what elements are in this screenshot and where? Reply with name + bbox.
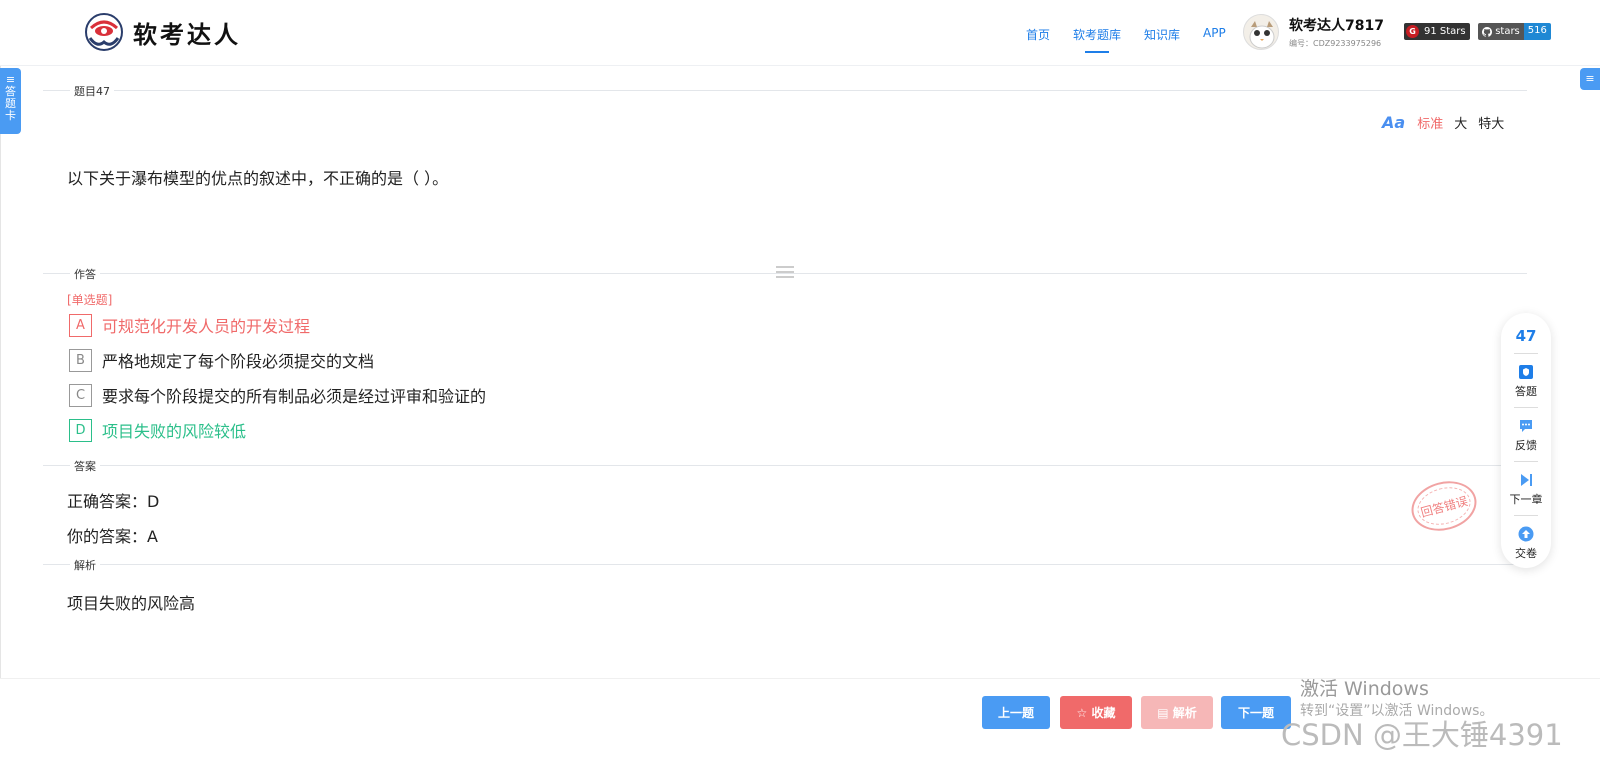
answer-section-label: 作答 <box>70 266 100 282</box>
divider <box>1514 353 1538 354</box>
option-text: 严格地规定了每个阶段必须提交的文档 <box>102 352 375 371</box>
document-icon: ▤ <box>1157 705 1173 720</box>
logo-mark-icon <box>83 12 125 52</box>
option-text: 可规范化开发人员的开发过程 <box>102 317 311 336</box>
shield-icon <box>1519 365 1533 379</box>
option-c[interactable]: C 要求每个阶段提交的所有制品必须是经过评审和验证的 <box>69 383 486 407</box>
user-profile[interactable]: 软考达人7817 编号：CDZ9233975296 <box>1243 14 1384 50</box>
favorite-label: 收藏 <box>1091 706 1116 720</box>
next-chapter-button[interactable]: 下一章 <box>1510 472 1543 507</box>
prev-question-label: 上一题 <box>997 706 1034 720</box>
question-number: 47 <box>1515 327 1537 345</box>
question-type: [单选题] <box>67 293 113 307</box>
site-logo[interactable]: 软考达人 <box>83 12 241 52</box>
option-text: 要求每个阶段提交的所有制品必须是经过评审和验证的 <box>102 387 487 406</box>
top-navbar: 软考达人 首页 软考题库 知识库 APP 软考达人7817 编号：CDZ9233… <box>0 0 1600 66</box>
divider <box>43 564 1527 565</box>
feedback-button[interactable]: 反馈 <box>1515 418 1537 453</box>
floating-tool-panel: 47 答题 反馈 下一章 交卷 <box>1501 313 1551 568</box>
resize-handle-icon[interactable] <box>776 266 794 278</box>
divider <box>1514 407 1538 408</box>
answer-card-tab[interactable]: ≡ 答题卡 <box>0 68 21 134</box>
main-nav: 首页 软考题库 知识库 APP <box>1026 26 1249 53</box>
favorite-button[interactable]: ☆ 收藏 <box>1060 696 1132 729</box>
gitee-stars-badge[interactable]: G 91 Stars <box>1404 23 1470 40</box>
question-text: 以下关于瀑布模型的优点的叙述中，不正确的是（ ）。 <box>67 169 449 188</box>
wrong-answer-stamp: 回答错误 <box>1405 474 1483 538</box>
your-answer: 你的答案：A <box>67 527 158 546</box>
option-a[interactable]: A 可规范化开发人员的开发过程 <box>69 313 310 337</box>
option-key: C <box>69 383 92 407</box>
prev-question-button[interactable]: 上一题 <box>982 696 1050 729</box>
nav-app[interactable]: APP <box>1203 26 1226 43</box>
avatar[interactable] <box>1243 14 1279 50</box>
analysis-section-label: 解析 <box>70 557 100 573</box>
nav-question-bank[interactable]: 软考题库 <box>1073 26 1121 53</box>
nav-home[interactable]: 首页 <box>1026 26 1050 43</box>
analysis-button[interactable]: ▤ 解析 <box>1141 696 1213 729</box>
user-id: 编号：CDZ9233975296 <box>1289 39 1382 48</box>
windows-activation-title: 激活 Windows <box>1300 678 1429 700</box>
submit-button[interactable]: 交卷 <box>1515 526 1537 561</box>
font-size-switcher: Aa 标准 大 特大 <box>1382 113 1515 132</box>
answer-button-label: 答题 <box>1515 385 1537 398</box>
divider <box>43 90 1527 91</box>
font-size-standard[interactable]: 标准 <box>1417 113 1443 132</box>
submit-button-label: 交卷 <box>1515 547 1537 560</box>
feedback-button-label: 反馈 <box>1515 439 1537 452</box>
option-text: 项目失败的风险较低 <box>102 422 247 441</box>
option-key: A <box>69 313 92 337</box>
correct-answer: 正确答案：D <box>67 492 160 511</box>
next-chapter-label: 下一章 <box>1509 493 1543 506</box>
font-size-xlarge[interactable]: 特大 <box>1478 113 1504 132</box>
option-d[interactable]: D 项目失败的风险较低 <box>69 418 246 442</box>
github-icon <box>1482 26 1492 37</box>
option-key: D <box>69 418 92 442</box>
analysis-label: 解析 <box>1172 706 1197 720</box>
font-size-icon: Aa <box>1382 113 1406 132</box>
divider <box>1514 461 1538 462</box>
result-section-label: 答案 <box>70 458 100 474</box>
option-b[interactable]: B 严格地规定了每个阶段必须提交的文档 <box>69 348 374 372</box>
user-name: 软考达人7817 <box>1289 18 1384 34</box>
gitee-stars-count: 91 Stars <box>1424 26 1466 37</box>
divider <box>43 465 1527 466</box>
github-count: 516 <box>1523 23 1551 40</box>
next-question-label: 下一题 <box>1237 706 1274 720</box>
menu-icon: ≡ <box>1585 72 1595 85</box>
analysis-text: 项目失败的风险高 <box>67 594 196 613</box>
font-size-large[interactable]: 大 <box>1454 113 1467 132</box>
github-label: stars <box>1495 26 1520 37</box>
answer-button[interactable]: 答题 <box>1515 364 1537 399</box>
github-stars-badge[interactable]: stars 516 <box>1478 23 1551 40</box>
right-menu-tab[interactable]: ≡ <box>1580 68 1600 90</box>
divider <box>1514 515 1538 516</box>
next-icon <box>1521 474 1532 486</box>
stamp-text: 回答错误 <box>1419 493 1470 520</box>
logo-text: 软考达人 <box>133 20 241 49</box>
answer-card-label: 答题卡 <box>5 85 16 122</box>
csdn-watermark: CSDN @王大锤4391 <box>1281 718 1563 752</box>
upload-icon <box>1518 526 1534 542</box>
gitee-icon: G <box>1406 25 1419 38</box>
option-key: B <box>69 348 92 372</box>
question-section-label: 题目47 <box>70 83 114 99</box>
chat-icon <box>1520 420 1532 432</box>
star-icon: ☆ <box>1076 705 1092 720</box>
nav-knowledge[interactable]: 知识库 <box>1144 26 1180 43</box>
content-left-border <box>0 66 1 678</box>
